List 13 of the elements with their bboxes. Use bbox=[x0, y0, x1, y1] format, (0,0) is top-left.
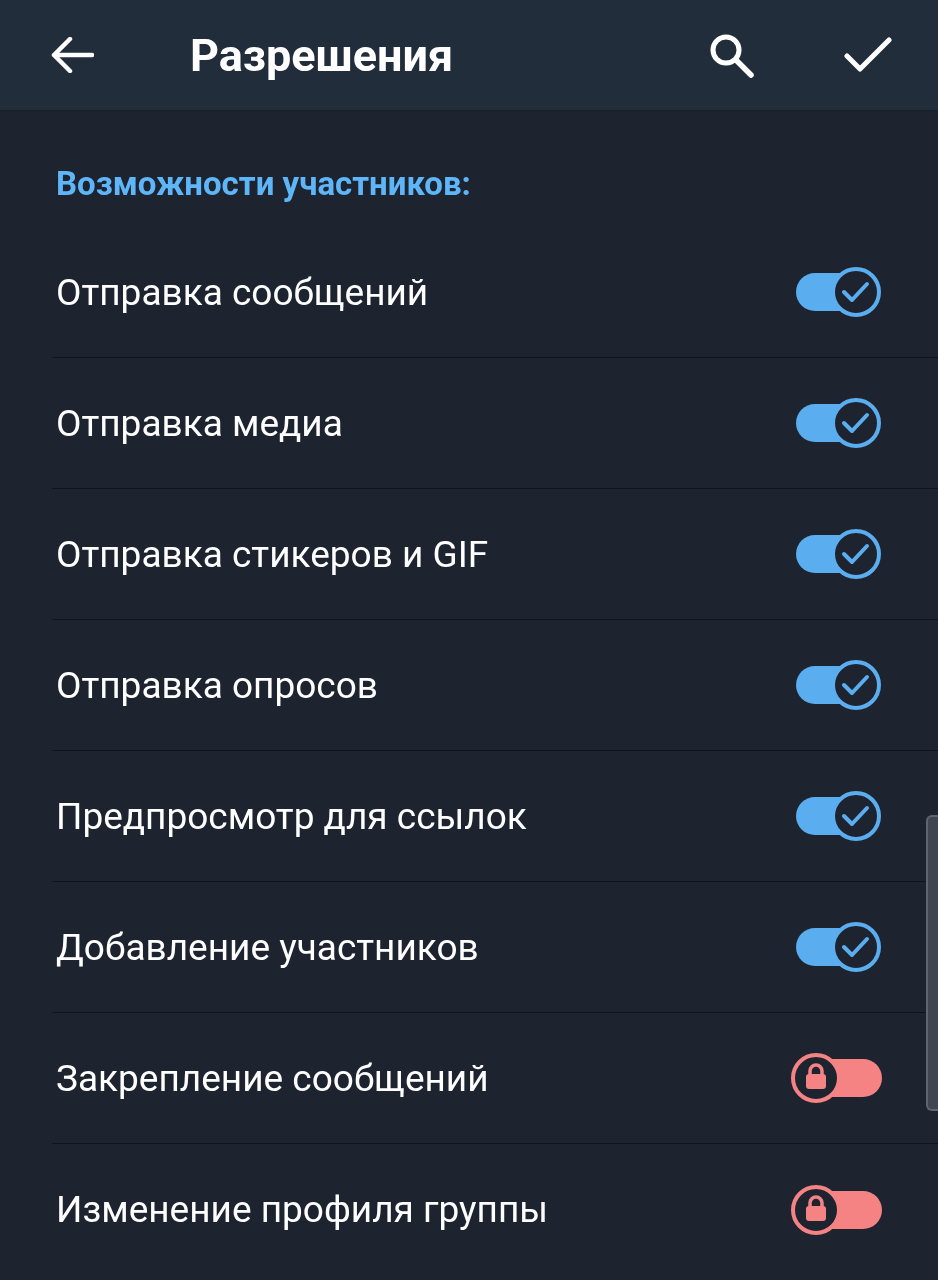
permission-label: Отправка стикеров и GIF bbox=[55, 532, 489, 576]
search-icon[interactable] bbox=[708, 32, 754, 78]
permission-label: Добавление участников bbox=[55, 925, 479, 969]
back-arrow-icon[interactable] bbox=[50, 37, 94, 73]
checkmark-icon[interactable] bbox=[844, 37, 892, 73]
permission-label: Отправка сообщений bbox=[55, 270, 429, 314]
permission-label: Предпросмотр для ссылок bbox=[55, 794, 527, 838]
permission-label: Изменение профиля группы bbox=[55, 1188, 549, 1231]
screen-title: Разрешения bbox=[190, 28, 455, 82]
permission-label: Закрепление сообщений bbox=[55, 1056, 489, 1100]
permission-label: Отправка медиа bbox=[55, 401, 343, 445]
section-title: Возможности участников: bbox=[55, 163, 472, 205]
permission-label: Отправка опросов bbox=[55, 663, 378, 707]
